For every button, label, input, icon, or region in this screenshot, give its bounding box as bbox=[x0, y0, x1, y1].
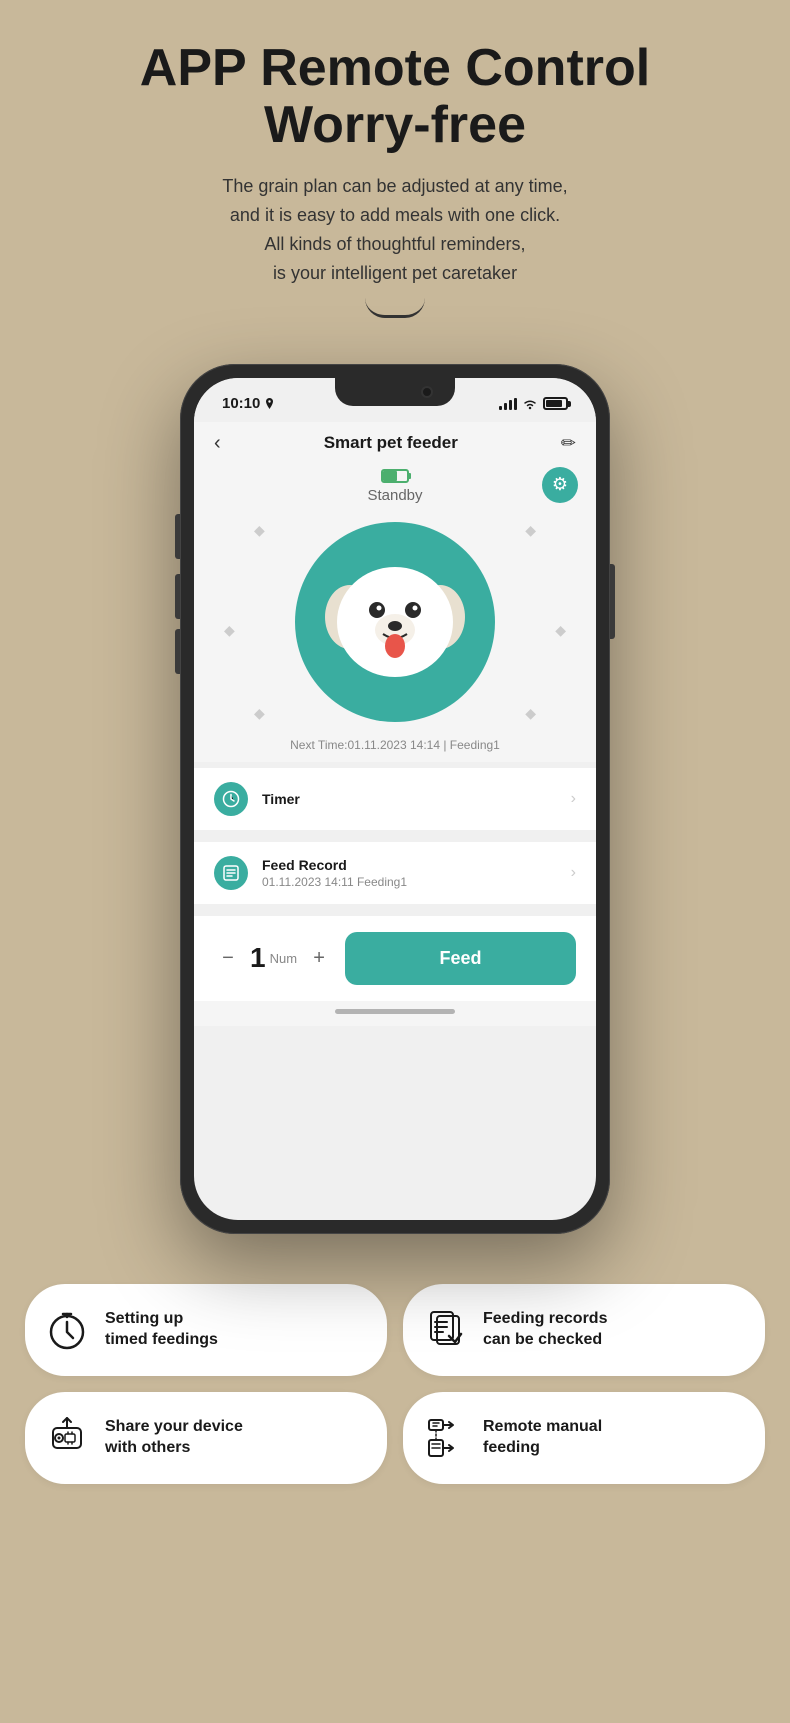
feed-control-section: − 1 Num + Feed bbox=[194, 916, 596, 1001]
num-label: Num bbox=[270, 951, 297, 966]
feed-record-text: Feed Record 01.11.2023 14:11 Feeding1 bbox=[262, 857, 571, 889]
remote-feature-icon bbox=[419, 1412, 471, 1464]
diamond-decor-5: ◆ bbox=[254, 705, 265, 722]
feed-quantity: 1 bbox=[250, 942, 266, 974]
timer-label: Timer bbox=[262, 791, 571, 807]
diamond-decor-3: ◆ bbox=[224, 622, 235, 639]
main-title: APP Remote Control Worry-free bbox=[140, 40, 650, 154]
home-indicator bbox=[194, 1001, 596, 1026]
dog-display-area: ◆ ◆ ◆ ◆ ◆ ◆ bbox=[194, 512, 596, 732]
clock-feature-icon bbox=[45, 1308, 89, 1352]
wifi-icon bbox=[522, 398, 538, 410]
subtitle: The grain plan can be adjusted at any ti… bbox=[140, 172, 650, 287]
pet-icon bbox=[295, 522, 495, 722]
timer-feature-icon bbox=[41, 1304, 93, 1356]
timer-feature-text: Setting uptimed feedings bbox=[105, 1309, 218, 1351]
record-icon bbox=[214, 856, 248, 890]
smile-decoration bbox=[365, 298, 425, 318]
location-icon bbox=[264, 398, 275, 409]
device-battery bbox=[381, 469, 409, 483]
edit-icon[interactable]: ✏ bbox=[561, 433, 576, 454]
next-feeding-time: Next Time:01.11.2023 14:14 | Feeding1 bbox=[194, 732, 596, 762]
records-feature-icon bbox=[419, 1304, 471, 1356]
home-bar bbox=[335, 1009, 455, 1014]
remote-feature-text: Remote manualfeeding bbox=[483, 1417, 602, 1459]
diamond-decor-4: ◆ bbox=[555, 622, 566, 639]
remote-feature-svg bbox=[423, 1416, 467, 1460]
share-feature-text: Share your devicewith others bbox=[105, 1417, 243, 1459]
status-time: 10:10 bbox=[222, 395, 275, 412]
feature-timer: Setting uptimed feedings bbox=[25, 1284, 387, 1376]
device-status-area: Standby ⚙ bbox=[194, 465, 596, 512]
feature-remote: Remote manualfeeding bbox=[403, 1392, 765, 1484]
record-arrow: › bbox=[571, 864, 576, 882]
page-header: APP Remote Control Worry-free The grain … bbox=[140, 40, 650, 318]
back-button[interactable]: ‹ bbox=[214, 432, 221, 455]
timer-icon bbox=[214, 782, 248, 816]
phone-screen: 10:10 bbox=[194, 378, 596, 1220]
phone-frame: 10:10 bbox=[180, 364, 610, 1234]
feed-record-label: Feed Record bbox=[262, 857, 571, 873]
timer-menu-item[interactable]: Timer › bbox=[194, 768, 596, 830]
timer-menu-text: Timer bbox=[262, 791, 571, 807]
phone-mockup: 10:10 bbox=[180, 364, 610, 1234]
clock-icon bbox=[222, 790, 240, 808]
list-icon bbox=[222, 864, 240, 882]
increase-button[interactable]: + bbox=[305, 944, 333, 972]
feed-button[interactable]: Feed bbox=[345, 932, 576, 985]
records-feature-svg bbox=[423, 1308, 467, 1352]
status-icons bbox=[499, 397, 568, 410]
feed-record-section: Feed Record 01.11.2023 14:11 Feeding1 › bbox=[194, 842, 596, 904]
feature-share: Share your devicewith others bbox=[25, 1392, 387, 1484]
dog-face-svg bbox=[315, 542, 475, 702]
signal-icon bbox=[499, 398, 517, 410]
feed-counter: − 1 Num + bbox=[214, 942, 333, 974]
timer-section: Timer › bbox=[194, 768, 596, 830]
feature-grid: Setting uptimed feedings Feeding records… bbox=[25, 1284, 765, 1484]
feature-records: Feeding recordscan be checked bbox=[403, 1284, 765, 1376]
feed-record-menu-item[interactable]: Feed Record 01.11.2023 14:11 Feeding1 › bbox=[194, 842, 596, 904]
diamond-decor-6: ◆ bbox=[525, 705, 536, 722]
diamond-decor-1: ◆ bbox=[254, 522, 265, 539]
battery-icon bbox=[543, 397, 568, 410]
records-feature-text: Feeding recordscan be checked bbox=[483, 1309, 607, 1351]
standby-label: Standby bbox=[367, 487, 422, 504]
timer-arrow: › bbox=[571, 790, 576, 808]
phone-notch bbox=[335, 378, 455, 406]
notch-camera bbox=[421, 386, 433, 398]
feed-record-sub: 01.11.2023 14:11 Feeding1 bbox=[262, 875, 571, 889]
diamond-decor-2: ◆ bbox=[525, 522, 536, 539]
share-feature-svg bbox=[45, 1416, 89, 1460]
decrease-button[interactable]: − bbox=[214, 944, 242, 972]
app-header: ‹ Smart pet feeder ✏ bbox=[194, 422, 596, 465]
app-title: Smart pet feeder bbox=[324, 433, 458, 453]
share-feature-icon bbox=[41, 1412, 93, 1464]
settings-button[interactable]: ⚙ bbox=[542, 467, 578, 503]
